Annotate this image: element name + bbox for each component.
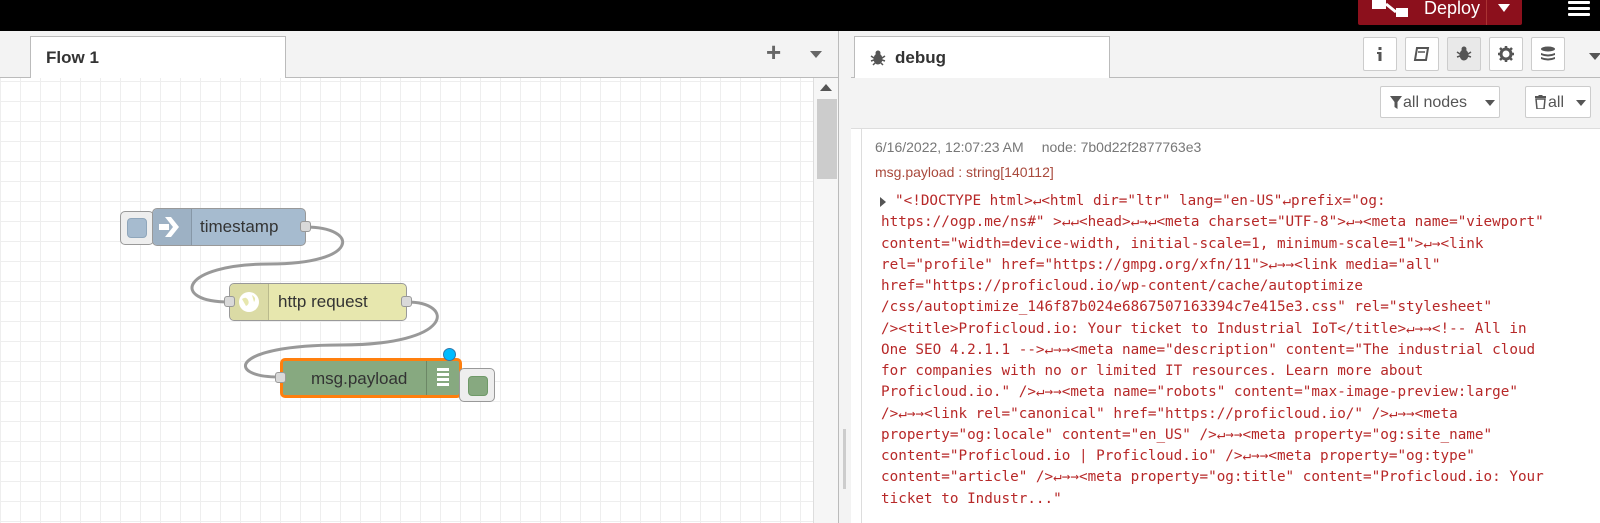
message-meta: 6/16/2022, 12:07:23 AM node: 7b0d22f28777… xyxy=(875,139,1201,155)
debug-filter-dropdown[interactable]: all nodes xyxy=(1380,86,1500,118)
input-port[interactable] xyxy=(224,296,235,307)
payload-line: content="width=device-width, initial-sca… xyxy=(881,235,1484,252)
filter-icon xyxy=(1390,96,1402,109)
payload-line: href="https://proficloud.io/wp-content/c… xyxy=(881,278,1364,294)
node-timestamp[interactable]: timestamp xyxy=(152,208,306,246)
deploy-button[interactable]: Deploy xyxy=(1358,0,1522,25)
info-button[interactable] xyxy=(1363,37,1397,71)
changed-indicator-icon xyxy=(443,348,456,361)
inject-trigger-button[interactable] xyxy=(120,211,154,245)
workspace-tabs: Flow 1 + xyxy=(0,31,838,78)
tab-flow-1[interactable]: Flow 1 xyxy=(30,36,286,78)
tab-debug-label: debug xyxy=(895,48,946,67)
flow-canvas[interactable]: timestamp http request msg.payload xyxy=(0,78,813,523)
message-payload[interactable]: "<!DOCTYPE html>↵<html dir="ltr" lang="e… xyxy=(881,191,1576,510)
payload-line: One SEO 4.2.1.1 -->↵→→<meta name="descri… xyxy=(881,341,1536,358)
config-button[interactable] xyxy=(1489,37,1523,71)
output-port[interactable] xyxy=(300,221,311,232)
bug-icon xyxy=(1456,46,1472,61)
payload-line: https://ogp.me/ns#" >↵↵<head>↵→↵<meta ch… xyxy=(881,214,1544,231)
scroll-thumb[interactable] xyxy=(817,99,837,179)
payload-line: for companies with no or limited IT reso… xyxy=(881,363,1424,379)
payload-line: content="article" />↵→→<meta property="o… xyxy=(881,469,1544,486)
sidebar-splitter[interactable] xyxy=(838,31,852,523)
payload-line: /css/autoptimize_146f87b024e686750716339… xyxy=(881,299,1493,316)
clear-label: all xyxy=(1548,94,1565,111)
payload-line: content="Proficloud.io | Proficloud.io" … xyxy=(881,448,1475,464)
debug-message-list: 6/16/2022, 12:07:23 AM node: 7b0d22f28777… xyxy=(851,129,1600,523)
debug-toolbar: all nodes all xyxy=(851,78,1600,129)
sidebar-menu-caret-icon[interactable] xyxy=(1589,53,1600,60)
flow-list-caret-icon[interactable] xyxy=(810,51,822,58)
book-icon xyxy=(1413,47,1430,61)
payload-line: property="og:locale" content="en_US" />↵… xyxy=(881,426,1493,443)
canvas-scrollbar[interactable] xyxy=(813,78,839,523)
bug-icon xyxy=(870,50,886,66)
trash-icon xyxy=(1535,95,1546,109)
sidebar-tabs: debug xyxy=(851,31,1600,78)
filter-label: all nodes xyxy=(1403,94,1468,111)
menu-bar-icon xyxy=(1568,7,1590,10)
scroll-up-icon[interactable] xyxy=(820,84,832,91)
node-msg-payload[interactable]: msg.payload xyxy=(280,358,462,398)
tab-flow-1-label: Flow 1 xyxy=(46,48,99,67)
splitter-handle[interactable] xyxy=(843,429,846,489)
payload-line: "<!DOCTYPE html>↵<html dir="ltr" lang="e… xyxy=(895,193,1386,209)
node-label: msg.payload xyxy=(311,369,408,388)
gear-icon xyxy=(1498,46,1514,62)
add-flow-button[interactable]: + xyxy=(766,39,781,65)
node-http-request[interactable]: http request xyxy=(229,283,407,321)
inject-arrow-icon xyxy=(153,209,192,245)
menu-bar-icon xyxy=(1568,1,1590,4)
input-port[interactable] xyxy=(275,372,286,383)
deploy-label: Deploy xyxy=(1424,0,1481,18)
menu-bar-icon xyxy=(1568,13,1590,16)
payload-line: rel="profile" href="https://gmpg.org/xfn… xyxy=(881,256,1441,273)
tab-debug[interactable]: debug xyxy=(854,36,1110,78)
header-bar: Deploy xyxy=(0,0,1600,31)
payload-line: />↵→→<link rel="canonical" href="https:/… xyxy=(881,405,1458,422)
database-icon xyxy=(1541,46,1555,61)
node-label: http request xyxy=(278,292,368,311)
clear-messages-dropdown[interactable]: all xyxy=(1525,86,1591,118)
debug-list-icon xyxy=(426,361,459,395)
deploy-separator xyxy=(1486,0,1487,25)
message-node-link[interactable]: node: 7b0d22f2877763e3 xyxy=(1042,139,1202,155)
payload-line: ticket to Industr..." xyxy=(881,490,1062,507)
debug-toggle-button[interactable] xyxy=(459,368,495,402)
main-menu-button[interactable] xyxy=(1564,0,1592,22)
debug-toggle-icon xyxy=(468,376,488,396)
output-port[interactable] xyxy=(401,296,412,307)
message-topic: msg.payload : string[140112] xyxy=(875,164,1054,180)
globe-icon xyxy=(230,284,269,320)
chevron-down-icon xyxy=(1576,100,1586,106)
message-timestamp: 6/16/2022, 12:07:23 AM xyxy=(875,139,1024,155)
debug-panel-button[interactable] xyxy=(1447,37,1481,71)
node-label: timestamp xyxy=(200,217,279,236)
deploy-icon xyxy=(1372,0,1408,17)
chevron-down-icon xyxy=(1485,100,1495,106)
inject-trigger-icon xyxy=(127,218,147,238)
context-data-button[interactable] xyxy=(1531,37,1565,71)
debug-message: 6/16/2022, 12:07:23 AM node: 7b0d22f28777… xyxy=(861,129,1582,523)
payload-line: Proficloud.io." />↵→→<meta name="robots"… xyxy=(881,384,1518,401)
help-button[interactable] xyxy=(1405,37,1439,71)
payload-line: /><title>Proficloud.io: Your ticket to I… xyxy=(881,320,1527,337)
deploy-menu-caret-icon[interactable] xyxy=(1498,4,1510,12)
info-icon xyxy=(1377,47,1382,61)
